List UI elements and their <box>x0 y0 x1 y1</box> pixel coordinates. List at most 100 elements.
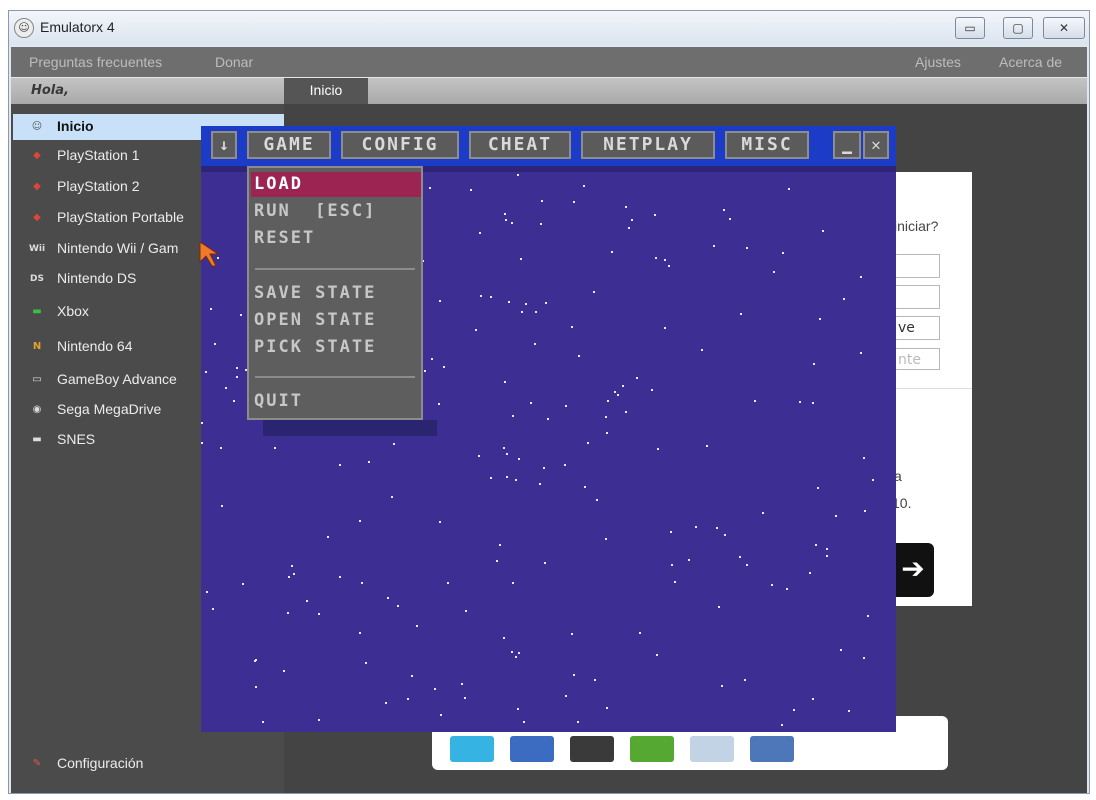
snes-controller-icon: ▬ <box>32 434 42 445</box>
star <box>596 499 598 501</box>
emulator-menu-cheat[interactable]: CHEAT <box>469 131 571 159</box>
sidebar-item-label: PlayStation Portable <box>57 209 184 225</box>
sidebar-item-label: Xbox <box>57 303 89 319</box>
emulator-collapse-button[interactable]: ↓ <box>211 131 237 159</box>
remember-input[interactable]: ve <box>896 316 940 340</box>
greeting-text: Hola, <box>31 83 69 98</box>
star <box>480 295 482 297</box>
star <box>214 343 216 345</box>
star <box>470 189 472 191</box>
star <box>233 400 235 402</box>
star <box>515 656 517 658</box>
star <box>622 385 624 387</box>
mouse-cursor-icon <box>199 241 220 267</box>
star <box>262 721 264 723</box>
twitter-icon[interactable] <box>450 736 494 762</box>
dropdown-item-save-state[interactable]: SAVE STATE <box>251 281 421 306</box>
star <box>860 352 862 354</box>
menu-faq[interactable]: Preguntas frecuentes <box>29 54 162 70</box>
chat-icon[interactable] <box>630 736 674 762</box>
star <box>843 298 845 300</box>
emulator-menu-netplay[interactable]: NETPLAY <box>581 131 715 159</box>
star <box>695 526 697 528</box>
sidebar-item-label: Sega MegaDrive <box>57 401 162 417</box>
title-bar[interactable]: ☺ Emulatorx 4 ▭ ▢ ✕ <box>9 11 1089 45</box>
dropdown-item-reset[interactable]: RESET <box>251 226 421 251</box>
star <box>573 674 575 676</box>
tab-inicio[interactable]: Inicio <box>284 78 368 104</box>
emulator-menu-config[interactable]: CONFIG <box>341 131 459 159</box>
emulator-menu-bar: ↓ GAME CONFIG CHEAT NETPLAY MISC ▁ ✕ <box>201 126 896 166</box>
star <box>506 476 508 478</box>
star <box>721 685 723 687</box>
star <box>701 349 703 351</box>
star <box>872 479 874 481</box>
star <box>439 521 441 523</box>
menu-donate[interactable]: Donar <box>215 54 253 70</box>
secondary-input[interactable]: nte <box>896 348 940 370</box>
game-dropdown-menu: LOAD RUN [ESC] RESET SAVE STATE OPEN STA… <box>247 166 423 420</box>
star <box>512 582 514 584</box>
emulator-screen[interactable]: ↓ GAME CONFIG CHEAT NETPLAY MISC ▁ ✕ LOA… <box>201 126 896 732</box>
gamepad-icon: ◉ <box>32 404 42 415</box>
star <box>318 613 320 615</box>
star <box>339 464 341 466</box>
facebook-icon[interactable] <box>510 736 554 762</box>
star <box>605 538 607 540</box>
star <box>236 367 238 369</box>
star <box>407 698 409 700</box>
star <box>431 358 433 360</box>
star <box>605 416 607 418</box>
star <box>210 308 212 310</box>
sidebar-item-configuracion[interactable]: ✎ Configuración <box>13 751 284 777</box>
star <box>535 311 537 313</box>
dropdown-item-quit[interactable]: QUIT <box>251 389 421 414</box>
star <box>517 708 519 710</box>
star <box>740 313 742 315</box>
emulator-minimize-button[interactable]: ▁ <box>833 131 861 159</box>
close-button[interactable]: ✕ <box>1043 17 1085 39</box>
sidebar-item-label: Nintendo Wii / Gam <box>57 240 179 256</box>
star <box>636 377 638 379</box>
delicious-icon[interactable] <box>750 736 794 762</box>
star <box>499 544 501 546</box>
star <box>826 548 828 550</box>
star <box>220 447 222 449</box>
minimize-button[interactable]: ▭ <box>955 17 985 39</box>
next-button[interactable]: ➔ <box>892 543 934 597</box>
star <box>447 582 449 584</box>
star <box>479 232 481 234</box>
digg-icon[interactable] <box>690 736 734 762</box>
star <box>506 453 508 455</box>
star <box>655 257 657 259</box>
star <box>306 600 308 602</box>
dropdown-item-pick-state[interactable]: PICK STATE <box>251 335 421 360</box>
star <box>863 457 865 459</box>
star <box>385 702 387 704</box>
star <box>762 512 764 514</box>
dropdown-item-load[interactable]: LOAD <box>251 172 421 197</box>
maximize-button[interactable]: ▢ <box>1003 17 1033 39</box>
star <box>729 218 731 220</box>
password-input[interactable] <box>896 285 940 309</box>
star <box>429 187 431 189</box>
menu-settings[interactable]: Ajustes <box>915 54 961 70</box>
username-input[interactable] <box>896 254 940 278</box>
menu-bar: Preguntas frecuentes Donar Ajustes Acerc… <box>11 47 1087 77</box>
emulator-close-button[interactable]: ✕ <box>863 131 889 159</box>
star <box>773 271 775 273</box>
star <box>504 381 506 383</box>
star <box>461 683 463 685</box>
emulator-menu-game[interactable]: GAME <box>247 131 331 159</box>
star <box>565 405 567 407</box>
star <box>411 675 413 677</box>
star <box>577 721 579 723</box>
star <box>517 174 519 176</box>
star <box>864 510 866 512</box>
dropdown-item-open-state[interactable]: OPEN STATE <box>251 308 421 333</box>
star <box>511 222 513 224</box>
menu-about[interactable]: Acerca de <box>999 54 1062 70</box>
share-icon[interactable] <box>570 736 614 762</box>
emulator-menu-misc[interactable]: MISC <box>725 131 809 159</box>
dropdown-item-run[interactable]: RUN [ESC] <box>251 199 421 224</box>
